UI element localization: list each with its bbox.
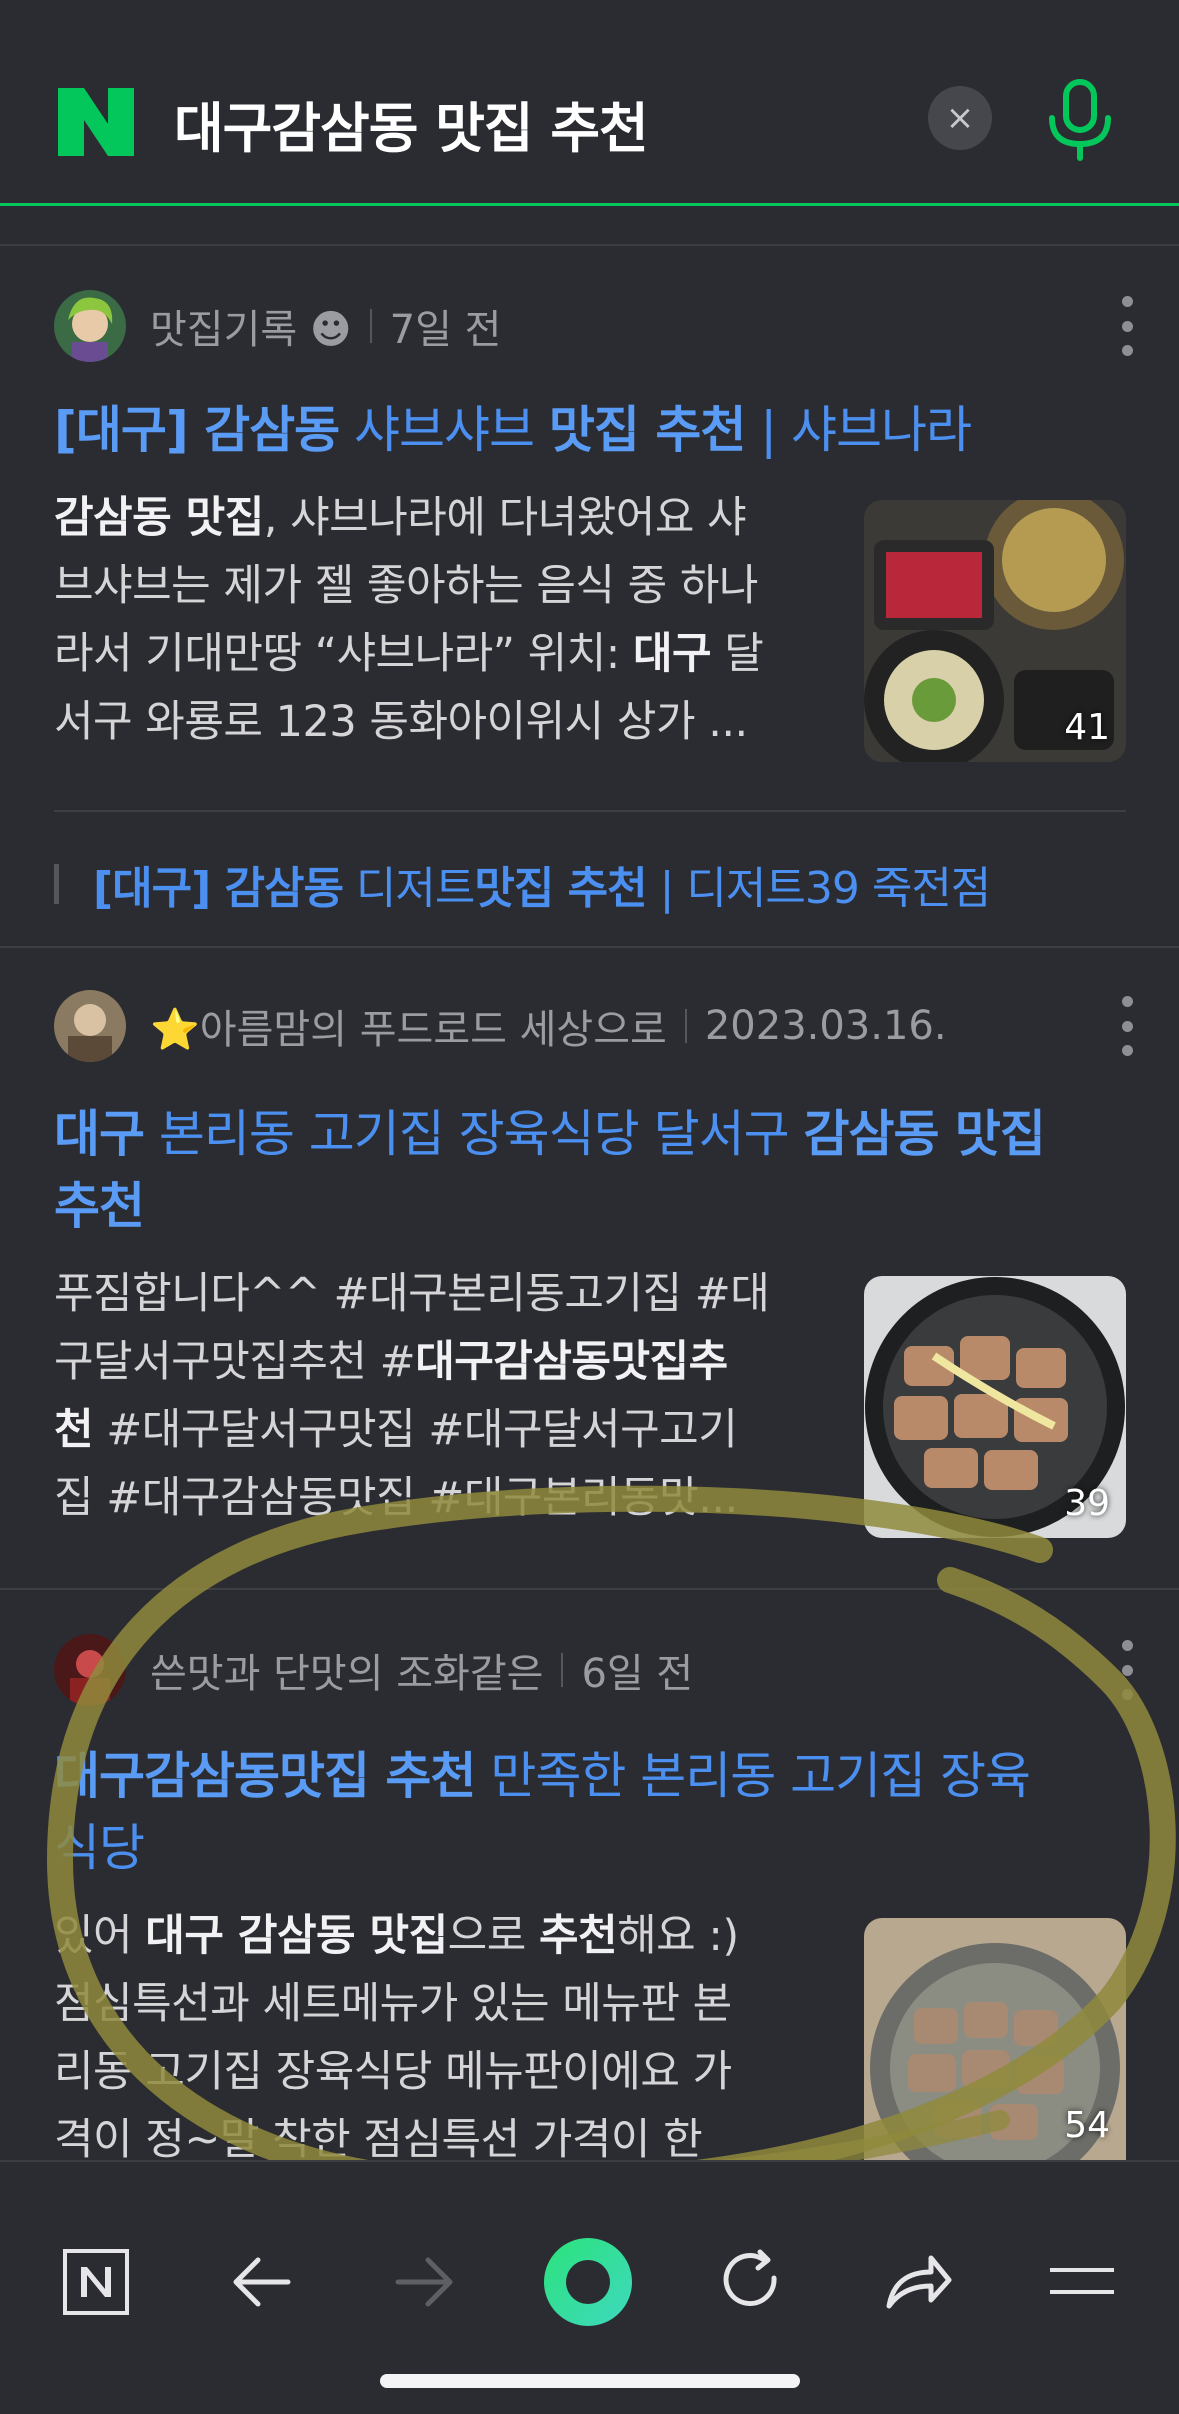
menu-icon[interactable]: [1036, 2236, 1128, 2328]
clear-search-button[interactable]: ×: [928, 86, 992, 150]
result-thumbnail[interactable]: 41: [864, 500, 1126, 762]
result-meta: ⭐아름맘의 푸드로드 세상으로 2023.03.16.: [54, 990, 947, 1062]
image-count: 54: [1064, 2105, 1110, 2146]
microphone-icon[interactable]: [1042, 78, 1118, 162]
refresh-icon[interactable]: [706, 2236, 798, 2328]
result-title[interactable]: [대구] 감삼동 샤브샤브 맛집 추천 | 샤브나라: [54, 394, 1134, 466]
quote-bar: [54, 864, 59, 904]
avatar[interactable]: [54, 1634, 126, 1706]
more-options-icon[interactable]: [1119, 996, 1135, 1056]
post-date: 2023.03.16.: [704, 1003, 947, 1049]
share-icon[interactable]: [872, 2236, 964, 2328]
image-count: 39: [1064, 1483, 1110, 1524]
search-query[interactable]: 대구감삼동 맛집 추천: [174, 84, 649, 163]
back-arrow-icon[interactable]: [216, 2236, 308, 2328]
divider: [0, 946, 1179, 948]
home-indicator[interactable]: [380, 2374, 800, 2388]
post-date: 7일 전: [389, 307, 502, 353]
divider: [54, 810, 1126, 812]
forward-arrow-icon: [378, 2236, 470, 2328]
more-options-icon[interactable]: [1119, 296, 1135, 356]
result-thumbnail[interactable]: 39: [864, 1276, 1126, 1538]
avatar[interactable]: [54, 290, 126, 362]
naver-logo[interactable]: [58, 88, 134, 156]
result-title[interactable]: 대구감삼동맛집 추천 만족한 본리동 고기집 장육 식당: [54, 1740, 1134, 1884]
naver-home-icon[interactable]: [50, 2236, 142, 2328]
related-post-title[interactable]: [대구] 감삼동 디저트맛집 추천 | 디저트39 죽전점: [93, 852, 991, 916]
author-name[interactable]: ⭐아름맘의 푸드로드 세상으로: [150, 997, 667, 1055]
related-post-link[interactable]: [대구] 감삼동 디저트맛집 추천 | 디저트39 죽전점: [54, 852, 991, 916]
result-snippet[interactable]: 있어 대구 감삼동 맛집으로 추천해요 :) 점심특선과 세트메뉴가 있는 메뉴…: [54, 1902, 814, 2160]
result-snippet[interactable]: 푸짐합니다^^ #대구본리동고기집 #대 구달서구맛집추천 #대구감삼동맛집추 …: [54, 1260, 814, 1532]
result-snippet[interactable]: 감삼동 맛집, 샤브나라에 다녀왔어요 샤 브샤브는 제가 젤 좋아하는 음식 …: [54, 484, 814, 756]
result-meta: 쓴맛과 단맛의 조화같은 6일 전: [54, 1634, 693, 1706]
separator: [684, 1009, 687, 1043]
result-thumbnail[interactable]: 54: [864, 1918, 1126, 2160]
more-options-icon[interactable]: [1119, 1640, 1135, 1700]
post-date: 6일 전: [581, 1651, 694, 1697]
separator: [561, 1653, 564, 1687]
author-name[interactable]: 쓴맛과 단맛의 조화같은: [150, 1641, 543, 1699]
green-dot-icon[interactable]: [542, 2236, 634, 2328]
result-meta: 맛집기록 ☻ 7일 전: [54, 290, 501, 362]
divider: [0, 1588, 1179, 1590]
result-title[interactable]: 대구 본리동 고기집 장육식당 달서구 감삼동 맛집 추천: [54, 1098, 1134, 1242]
separator: [369, 309, 372, 343]
image-count: 41: [1064, 707, 1110, 748]
avatar[interactable]: [54, 990, 126, 1062]
divider: [0, 244, 1179, 246]
author-name[interactable]: 맛집기록 ☻: [150, 297, 352, 355]
search-header: 대구감삼동 맛집 추천 ×: [0, 0, 1179, 206]
